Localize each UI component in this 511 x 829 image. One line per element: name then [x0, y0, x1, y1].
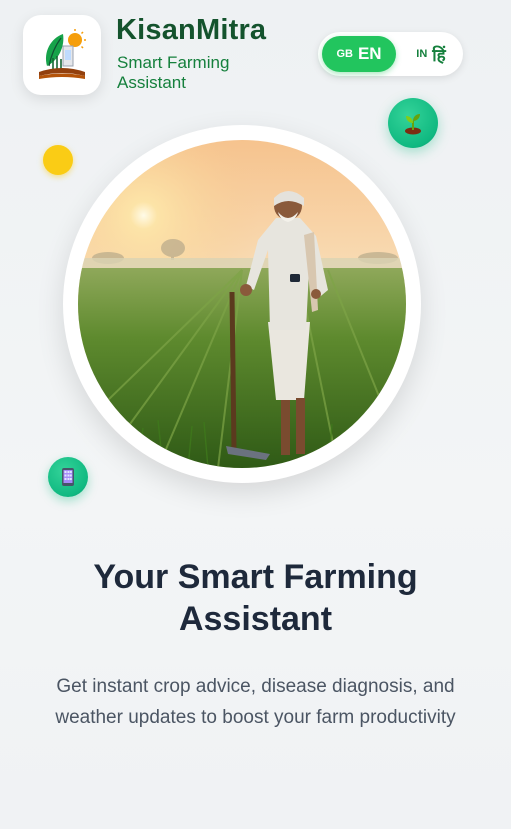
- farm-logo-icon: [39, 29, 86, 79]
- hero-description: Get instant crop advice, disease diagnos…: [55, 676, 456, 728]
- language-toggle: GB EN IN हिं: [318, 32, 463, 76]
- app-title: KisanMitra: [116, 14, 267, 46]
- sprout-icon: [405, 114, 421, 135]
- app-logo: [23, 15, 101, 95]
- in-flag-icon: IN: [416, 48, 428, 60]
- phone-icon: [62, 468, 74, 486]
- app-subtitle: Smart Farming Assistant: [117, 53, 230, 92]
- decorative-yellow-dot: [43, 145, 73, 175]
- phone-badge: [48, 457, 88, 497]
- language-hindi-label: हिं: [432, 45, 446, 65]
- language-english-button[interactable]: GB EN: [322, 36, 396, 72]
- language-english-label: EN: [357, 44, 382, 63]
- gb-flag-icon: GB: [336, 48, 353, 60]
- hero-headline: Your Smart Farming Assistant: [93, 558, 418, 638]
- sprout-badge: [388, 98, 438, 148]
- language-hindi-button[interactable]: IN हिं: [402, 36, 460, 72]
- farmer-in-field-photo: [78, 140, 406, 468]
